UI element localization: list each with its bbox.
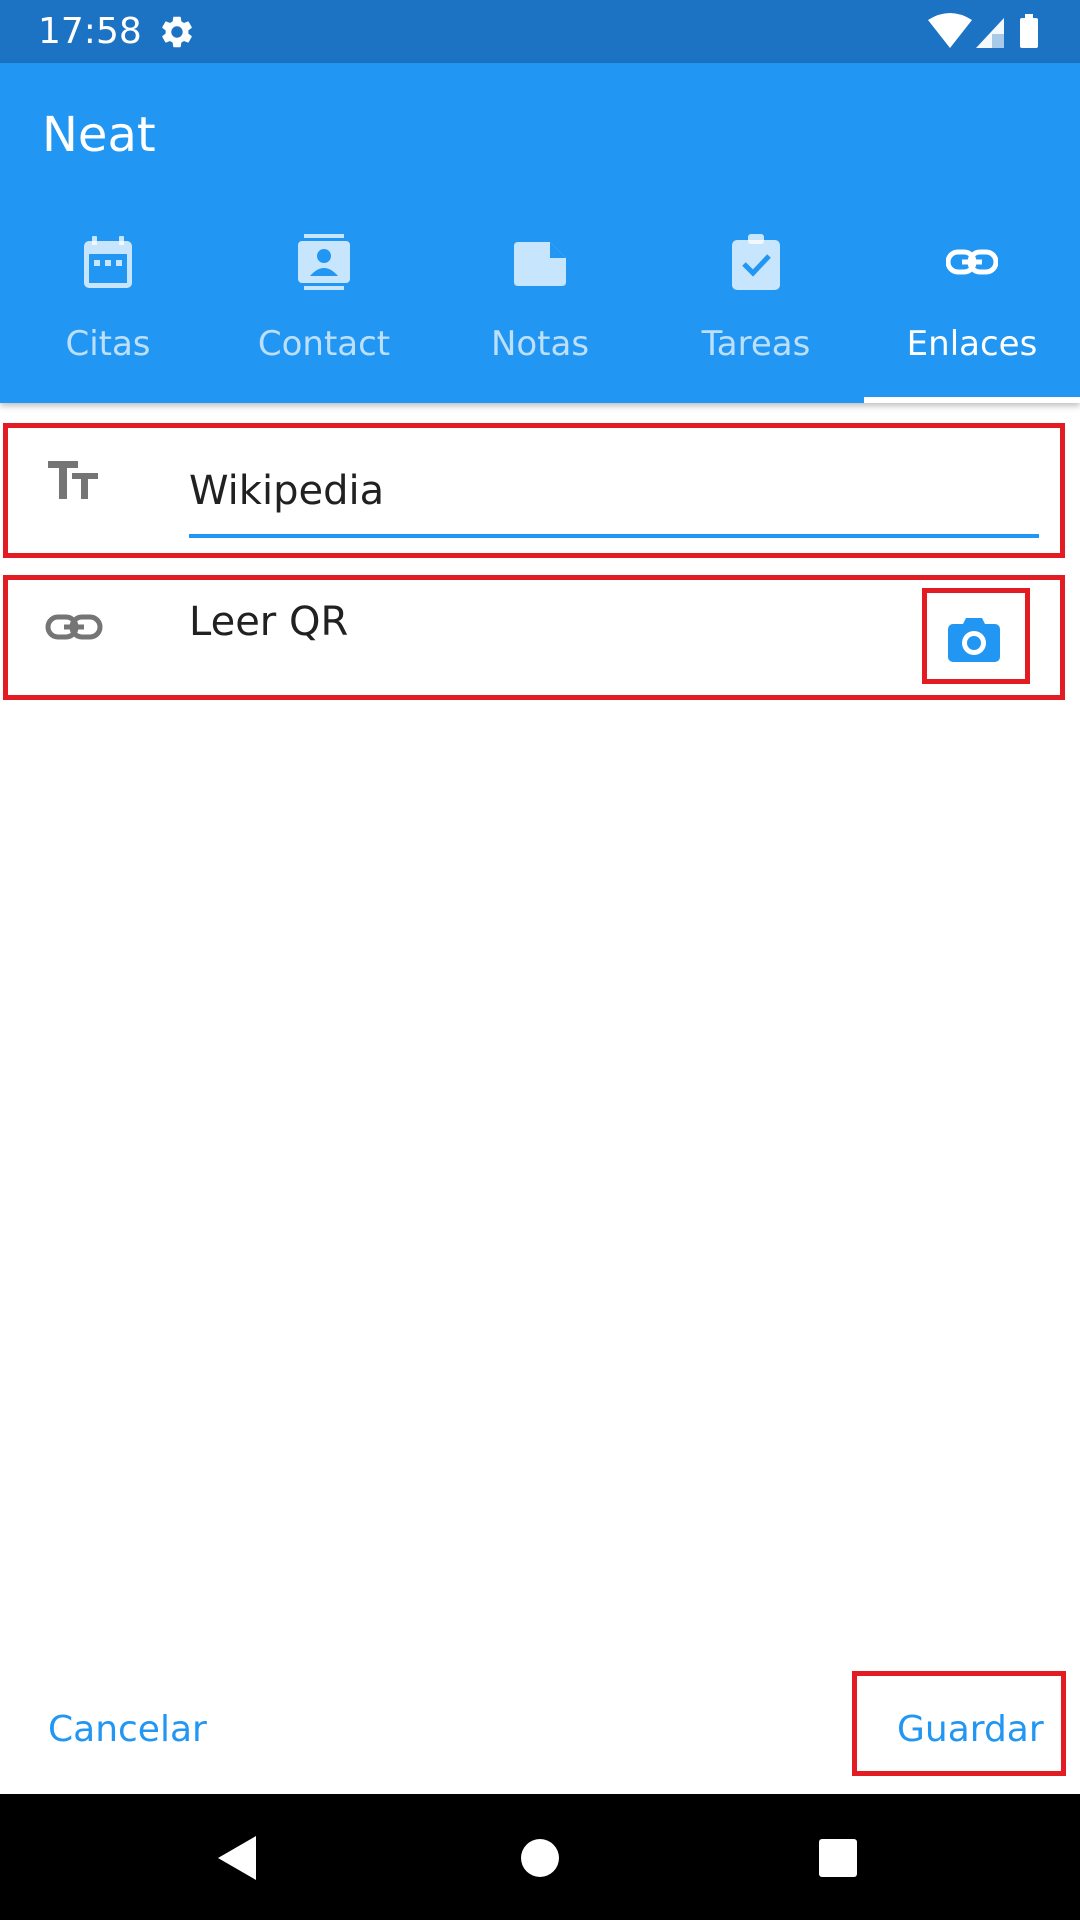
tab-citas[interactable]: Citas — [0, 220, 216, 403]
title-input[interactable] — [189, 448, 1039, 538]
tab-label-tareas: Tareas — [701, 324, 811, 364]
status-time: 17:58 — [38, 11, 142, 52]
cancel-button[interactable]: Cancelar — [48, 1706, 207, 1754]
navigation-bar — [0, 1794, 1080, 1920]
calendar-icon — [82, 234, 134, 290]
tab-contactos[interactable]: Contact — [216, 220, 432, 403]
wifi-icon — [928, 13, 972, 48]
tab-bar: Citas Contact Notas Tareas Enlaces — [0, 220, 1080, 403]
tab-tareas[interactable]: Tareas — [648, 220, 864, 403]
note-icon — [514, 234, 566, 290]
active-tab-indicator — [864, 397, 1080, 403]
link-icon — [945, 234, 999, 290]
status-bar: 17:58 — [0, 0, 1080, 63]
tab-label-enlaces: Enlaces — [906, 324, 1038, 364]
highlight-link-row — [3, 575, 1065, 700]
battery-icon — [1020, 14, 1038, 48]
qr-link-field[interactable]: Leer QR — [189, 594, 348, 650]
app-bar: Neat Citas Contact Notas Tareas Enlaces — [0, 63, 1080, 403]
gear-icon — [158, 13, 196, 55]
recents-icon[interactable] — [818, 1838, 858, 1882]
tab-label-citas: Citas — [65, 324, 151, 364]
text-size-icon — [44, 455, 104, 509]
home-icon[interactable] — [520, 1838, 560, 1882]
tab-label-contactos: Contact — [257, 324, 391, 364]
save-button[interactable]: Guardar — [897, 1706, 1044, 1754]
tab-enlaces[interactable]: Enlaces — [864, 220, 1080, 403]
contact-card-icon — [298, 234, 350, 290]
tab-label-notas: Notas — [490, 324, 590, 364]
tab-notas[interactable]: Notas — [432, 220, 648, 403]
camera-button[interactable] — [922, 588, 1030, 684]
back-icon[interactable] — [216, 1834, 260, 1886]
status-icons — [926, 12, 1046, 56]
task-clipboard-icon — [730, 234, 782, 290]
camera-icon — [946, 616, 1002, 668]
app-title: Neat — [42, 107, 156, 163]
link-field-icon — [44, 606, 104, 650]
signal-icon — [976, 18, 1004, 48]
